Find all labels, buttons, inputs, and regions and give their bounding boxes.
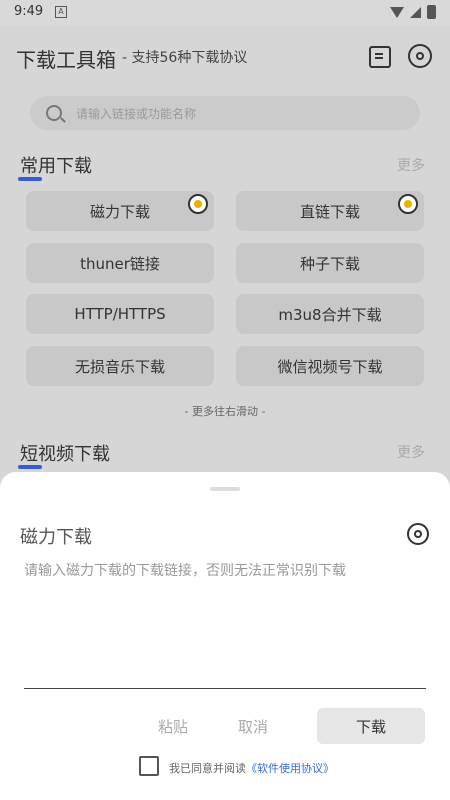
section-title-common: 常用下载 [18, 152, 92, 181]
section-underline [18, 465, 42, 469]
more-link-common[interactable]: 更多 [397, 155, 425, 175]
tool-button-magnet[interactable]: 磁力下载 [26, 191, 214, 231]
agree-checkbox[interactable] [139, 756, 159, 776]
page-subtitle: - 支持56种下载协议 [122, 50, 248, 66]
section-title-text: 短视频下载 [20, 444, 110, 465]
more-link-short-video[interactable]: 更多 [397, 442, 425, 462]
tool-button-torrent[interactable]: 种子下载 [236, 243, 424, 283]
battery-icon [427, 5, 436, 19]
status-time: 9:49 [14, 4, 44, 19]
download-button-label: 下载 [355, 717, 386, 736]
status-icons [390, 5, 436, 19]
tool-button-direct-link[interactable]: 直链下载 [236, 191, 424, 231]
settings-icon[interactable] [408, 44, 432, 68]
tool-label: thuner链接 [80, 254, 160, 273]
status-bar: 9:49 A [0, 0, 450, 26]
tool-label: 种子下载 [299, 254, 360, 273]
agree-text: 我已同意并阅读 [169, 761, 246, 775]
drag-handle[interactable] [210, 487, 240, 491]
hot-badge-icon [398, 194, 418, 214]
tool-label: 直链下载 [299, 202, 360, 221]
tool-label: 微信视频号下载 [277, 357, 383, 376]
notification-a-icon: A [55, 6, 67, 18]
section-title-text: 常用下载 [20, 156, 92, 177]
tool-button-http[interactable]: HTTP/HTTPS [26, 294, 214, 334]
tool-button-wechat-video[interactable]: 微信视频号下载 [236, 346, 424, 386]
wifi-icon [390, 6, 404, 18]
tool-label: 无损音乐下载 [74, 357, 165, 376]
paste-button[interactable]: 粘贴 [158, 716, 188, 737]
download-button[interactable]: 下载 [317, 708, 425, 744]
sheet-settings-icon[interactable] [407, 523, 429, 545]
scroll-hint: - 更多往右滑动 - [184, 405, 266, 418]
cancel-button[interactable]: 取消 [238, 716, 268, 737]
tool-button-m3u8[interactable]: m3u8合并下载 [236, 294, 424, 334]
tool-label: HTTP/HTTPS [74, 305, 166, 323]
tool-label: 磁力下载 [89, 202, 150, 221]
search-input[interactable] [74, 103, 398, 125]
hot-badge-icon [188, 194, 208, 214]
signal-icon [410, 6, 421, 18]
sheet-title: 磁力下载 [20, 527, 92, 548]
agreement-link[interactable]: 《软件使用协议》 [246, 762, 334, 775]
bottom-sheet: 磁力下载 粘贴 取消 下载 我已同意并阅读《软件使用协议》 [0, 472, 450, 800]
agreement-row: 我已同意并阅读《软件使用协议》 [139, 756, 334, 776]
section-title-short-video: 短视频下载 [18, 440, 110, 469]
link-input[interactable] [24, 560, 426, 689]
notes-icon[interactable] [369, 46, 391, 68]
search-icon [46, 105, 62, 121]
page-title: 下载工具箱 [16, 48, 116, 72]
section-underline [18, 177, 42, 181]
tool-button-lossless-music[interactable]: 无损音乐下载 [26, 346, 214, 386]
tool-label: m3u8合并下载 [278, 305, 382, 324]
search-bar[interactable] [30, 96, 420, 130]
tool-button-thunder[interactable]: thuner链接 [26, 243, 214, 283]
